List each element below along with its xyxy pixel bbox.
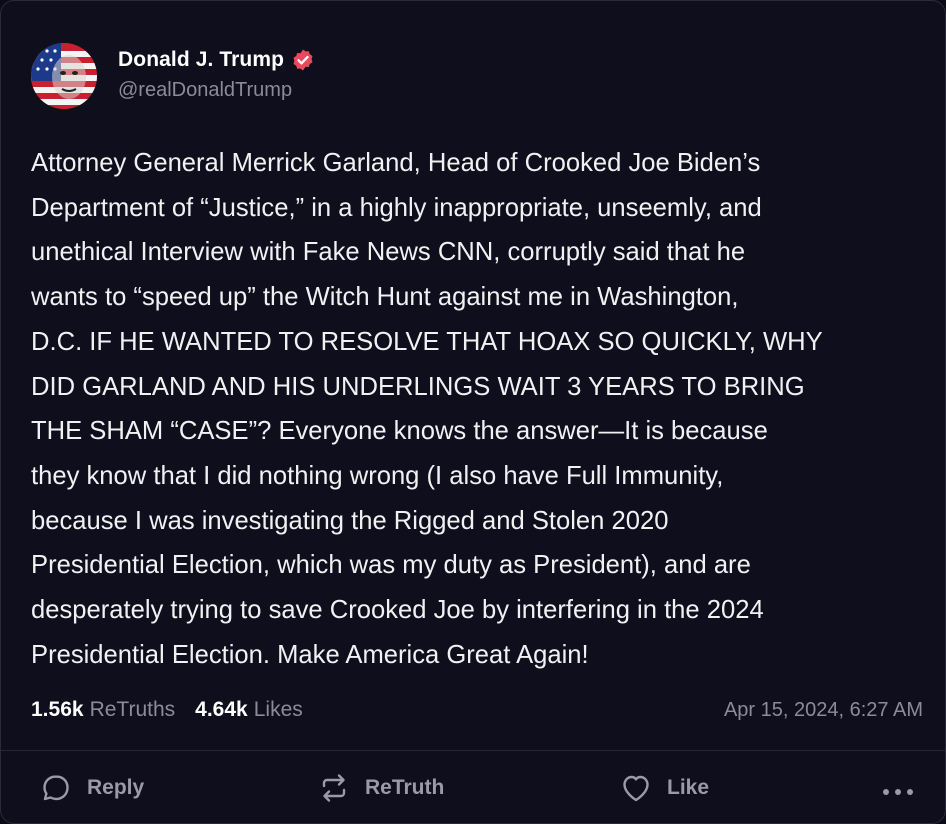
retruths-count: 1.56k	[31, 698, 84, 721]
like-label: Like	[667, 776, 710, 799]
likes-stat[interactable]: 4.64k Likes	[195, 698, 303, 722]
reply-label: Reply	[87, 776, 145, 799]
author-name-row: Donald J. Trump	[118, 48, 315, 72]
heart-icon	[619, 771, 653, 805]
post-card: Donald J. Trump @realDonaldTrump Attorne…	[0, 0, 946, 824]
post-stats: 1.56k ReTruths 4.64k Likes Apr 15, 2024,…	[31, 698, 923, 722]
divider	[1, 750, 945, 751]
retruth-icon	[317, 771, 351, 805]
reply-button[interactable]: Reply	[39, 771, 144, 805]
avatar[interactable]	[31, 43, 97, 109]
more-dots-icon	[881, 775, 915, 809]
author-name[interactable]: Donald J. Trump	[118, 48, 284, 72]
retruths-stat[interactable]: 1.56k ReTruths	[31, 698, 175, 722]
likes-label: Likes	[253, 698, 303, 721]
like-button[interactable]: Like	[619, 771, 709, 805]
author-handle[interactable]: @realDonaldTrump	[118, 79, 315, 102]
reply-icon	[39, 771, 73, 805]
avatar-flag-face-icon	[31, 43, 97, 109]
verified-badge-icon	[291, 48, 315, 72]
retruth-button[interactable]: ReTruth	[317, 771, 444, 805]
action-bar: Reply ReTruth Like	[1, 771, 945, 811]
post-text: Attorney General Merrick Garland, Head o…	[31, 149, 823, 669]
likes-count: 4.64k	[195, 698, 248, 721]
author-identity: Donald J. Trump @realDonaldTrump	[118, 48, 315, 102]
post-timestamp[interactable]: Apr 15, 2024, 6:27 AM	[724, 699, 923, 722]
retruths-label: ReTruths	[89, 698, 176, 721]
more-options-button[interactable]	[881, 775, 915, 809]
post-header: Donald J. Trump @realDonaldTrump	[31, 43, 315, 109]
retruth-label: ReTruth	[365, 776, 445, 799]
